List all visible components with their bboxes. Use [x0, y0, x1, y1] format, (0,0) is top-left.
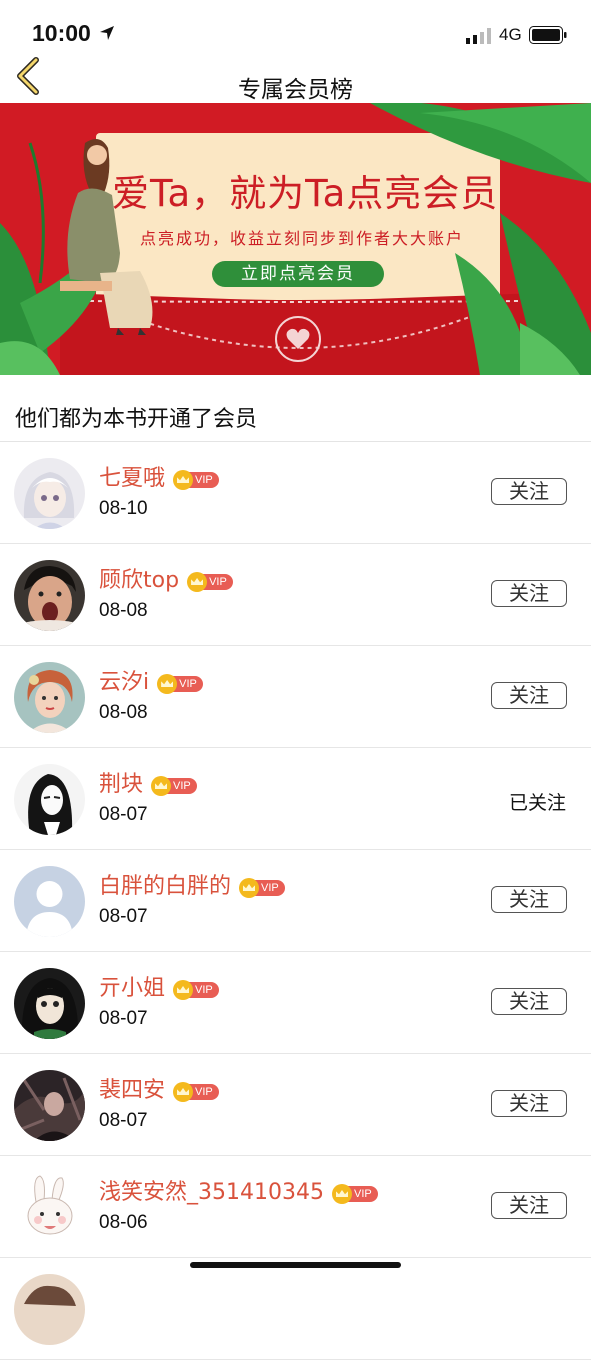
- avatar[interactable]: [14, 1070, 85, 1141]
- crown-icon: [173, 980, 194, 1000]
- member-list: 七夏哦 VIP 08-10 关注 顾欣top VIP 08-08 关注 云汐i VIP…: [0, 442, 591, 1360]
- banner-subtitle: 点亮成功，收益立刻同步到作者大大账户: [140, 229, 465, 248]
- crown-icon: [151, 776, 172, 796]
- member-date: 08-07: [99, 804, 148, 825]
- member-date: 08-07: [99, 906, 148, 927]
- follow-button[interactable]: 关注: [491, 1192, 567, 1219]
- list-item[interactable]: 七夏哦 VIP 08-10 关注: [0, 442, 591, 544]
- battery-icon: [529, 26, 567, 44]
- list-item[interactable]: 荆块 VIP 08-07 已关注: [0, 748, 591, 850]
- network-type: 4G: [499, 25, 522, 44]
- page-title: 专属会员榜: [238, 77, 353, 103]
- vip-badge: VIP: [239, 875, 285, 898]
- follow-button[interactable]: 关注: [491, 988, 567, 1015]
- member-date: 08-10: [99, 498, 148, 519]
- crown-icon: [187, 572, 208, 592]
- banner-headline: 爱Ta，就为Ta点亮会员: [112, 172, 499, 215]
- vip-badge: VIP: [173, 977, 219, 1000]
- avatar[interactable]: [14, 560, 85, 631]
- vip-badge: VIP: [157, 671, 203, 694]
- home-indicator: [190, 1262, 401, 1268]
- avatar[interactable]: [14, 764, 85, 835]
- avatar[interactable]: [14, 1274, 85, 1345]
- section-title: 他们都为本书开通了会员: [15, 407, 258, 432]
- follow-button[interactable]: 关注: [491, 478, 567, 505]
- location-arrow-icon: [100, 26, 114, 40]
- crown-icon: [239, 878, 260, 898]
- follow-button[interactable]: 关注: [491, 886, 567, 913]
- list-item-partial[interactable]: [0, 1258, 591, 1360]
- member-name: 七夏哦 VIP: [99, 460, 219, 492]
- vip-badge: VIP: [151, 773, 197, 796]
- list-item[interactable]: 亓小姐 VIP 08-07 关注: [0, 952, 591, 1054]
- follow-button[interactable]: 关注: [491, 1090, 567, 1117]
- followed-status[interactable]: 已关注: [509, 788, 566, 815]
- member-date: 08-06: [99, 1212, 148, 1233]
- avatar[interactable]: [14, 1172, 85, 1243]
- crown-icon: [173, 470, 194, 490]
- vip-badge: VIP: [331, 1181, 378, 1204]
- avatar[interactable]: [14, 968, 85, 1039]
- avatar[interactable]: [14, 662, 85, 733]
- list-item[interactable]: 裴四安 VIP 08-07 关注: [0, 1054, 591, 1156]
- member-name: 白胖的白胖的 VIP: [99, 868, 285, 900]
- vip-badge: VIP: [173, 1079, 219, 1102]
- member-name: 浅笑安然_351410345 VIP: [99, 1174, 378, 1206]
- status-time: 10:00: [32, 20, 91, 46]
- list-item[interactable]: 浅笑安然_351410345 VIP 08-06 关注: [0, 1156, 591, 1258]
- vip-badge: VIP: [173, 467, 219, 490]
- member-name: 荆块 VIP: [99, 766, 197, 798]
- member-name: 顾欣top VIP: [99, 562, 233, 594]
- avatar[interactable]: [14, 458, 85, 529]
- activate-membership-button[interactable]: 立即点亮会员: [212, 261, 384, 287]
- vip-badge: VIP: [187, 569, 233, 592]
- avatar[interactable]: [14, 866, 85, 937]
- member-date: 08-08: [99, 702, 148, 723]
- follow-button[interactable]: 关注: [491, 682, 567, 709]
- nav-bar: 专属会员榜: [0, 57, 591, 104]
- list-item[interactable]: 白胖的白胖的 VIP 08-07 关注: [0, 850, 591, 952]
- crown-icon: [331, 1184, 352, 1204]
- member-date: 08-07: [99, 1110, 148, 1131]
- crown-icon: [173, 1082, 194, 1102]
- member-name: 裴四安 VIP: [99, 1072, 219, 1104]
- membership-banner[interactable]: 爱Ta，就为Ta点亮会员 点亮成功，收益立刻同步到作者大大账户 立即点亮会员: [0, 103, 591, 375]
- member-date: 08-07: [99, 1008, 148, 1029]
- signal-icon: [466, 28, 491, 44]
- member-date: 08-08: [99, 600, 148, 621]
- member-name: 亓小姐 VIP: [99, 970, 219, 1002]
- status-bar: 10:00 4G: [0, 0, 591, 62]
- crown-icon: [157, 674, 178, 694]
- follow-button[interactable]: 关注: [491, 580, 567, 607]
- member-name: 云汐i VIP: [99, 664, 203, 696]
- list-item[interactable]: 云汐i VIP 08-08 关注: [0, 646, 591, 748]
- list-item[interactable]: 顾欣top VIP 08-08 关注: [0, 544, 591, 646]
